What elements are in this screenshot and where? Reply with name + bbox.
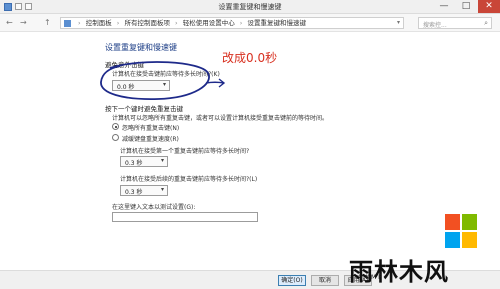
repeat-section-title: 按下一个键时避免重复击键 [105,105,183,113]
annotation-circle [100,61,226,100]
first-repeat-value: 0.3 秒 [125,160,143,167]
search-input[interactable]: 搜索控... ⌕ [418,17,492,29]
cancel-button[interactable]: 取消 [311,275,339,286]
maximize-button[interactable]: □ [455,0,477,13]
control-panel-icon [64,20,71,27]
repeat-description: 计算机可以忽略所有重复击键，或者可以设置计算机接受重复击键前的等待时间。 [112,115,329,122]
first-repeat-dropdown[interactable]: 0.3 秒 ▾ [120,156,168,167]
ok-button[interactable]: 确定(O) [278,275,306,286]
chevron-down-icon[interactable]: ▾ [397,19,400,26]
test-text-input[interactable] [112,212,258,222]
test-label: 在这里键入文本以测试设置(G): [112,204,196,211]
watermark-logo-text: 雨林木风 [349,257,449,286]
breadcrumb-item[interactable]: 轻松使用设置中心 [183,19,235,27]
search-placeholder: 搜索控... [423,22,447,29]
main-content: 设置重复键和慢速键 避免意外击键 计算机在接受击键前应等待多长时间?(K) 0.… [0,32,500,270]
close-button[interactable]: ✕ [478,0,500,13]
first-repeat-question: 计算机在接受第一个重复击键前应等待多长时间? [120,148,250,155]
chevron-down-icon: ▾ [160,157,164,164]
up-button[interactable]: ↑ [44,18,51,28]
slow-repeat-radio[interactable] [112,134,119,141]
title-bar: 设置重复键和慢速键 — □ ✕ [0,0,500,14]
subsequent-repeat-dropdown[interactable]: 0.3 秒 ▾ [120,185,168,196]
annotation-text: 改成0.0秒 [222,51,278,65]
breadcrumb-item[interactable]: 所有控制面板项 [124,19,170,27]
breadcrumb[interactable]: › 控制面板 › 所有控制面板项 › 轻松使用设置中心 › 设置重复键和慢速键 … [60,17,404,29]
ignore-repeat-label[interactable]: 忽略所有重复击键(N) [122,123,179,132]
subsequent-repeat-value: 0.3 秒 [125,189,143,196]
breadcrumb-item[interactable]: 设置重复键和慢速键 [247,19,306,27]
minimize-button[interactable]: — [433,0,455,13]
address-bar: ← → ↑ › 控制面板 › 所有控制面板项 › 轻松使用设置中心 › 设置重复… [0,14,500,32]
forward-button[interactable]: → [20,18,27,28]
window-title: 设置重复键和慢速键 [218,3,282,11]
breadcrumb-item[interactable]: 控制面板 [86,19,112,27]
windows-logo-watermark [445,214,477,248]
back-button[interactable]: ← [6,18,13,28]
slow-repeat-label[interactable]: 减缓键盘重复速度(R) [122,134,179,143]
search-icon[interactable]: ⌕ [484,19,488,28]
ignore-repeat-radio[interactable] [112,123,119,130]
subsequent-repeat-question: 计算机在接受后续的重复击键前应等待多长时间?(L) [120,176,258,183]
chevron-down-icon: ▾ [160,186,164,193]
page-title: 设置重复键和慢速键 [105,43,177,52]
watermark-subtext: YLMF [360,274,384,281]
